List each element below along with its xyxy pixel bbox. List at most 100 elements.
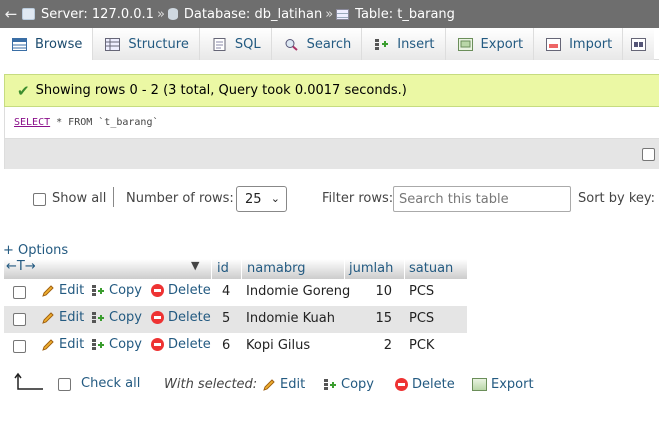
edit-row-button[interactable]: Edit — [41, 310, 84, 325]
copy-icon — [92, 284, 104, 296]
delete-icon — [151, 311, 164, 324]
bulk-export-button[interactable]: Export — [472, 377, 534, 392]
export-icon — [472, 378, 487, 391]
tab-label: Export — [480, 36, 524, 52]
column-header-namabrg[interactable]: namabrg — [247, 261, 305, 276]
search-icon — [285, 38, 298, 51]
filter-label: Filter rows: — [322, 191, 394, 206]
success-message-text: Showing rows 0 - 2 (3 total, Query took … — [35, 83, 407, 98]
copy-row-button[interactable]: Copy — [91, 310, 142, 325]
cell-satuan: PCK — [409, 338, 435, 353]
column-header-jumlah[interactable]: jumlah — [349, 261, 393, 276]
server-icon — [22, 8, 35, 20]
browse-icon — [12, 37, 27, 51]
row-checkbox[interactable] — [13, 286, 26, 299]
breadcrumb-separator: » — [325, 6, 334, 22]
checkmark-icon: ✔ — [17, 81, 30, 100]
filter-rows-input[interactable]: Search this table — [393, 186, 571, 212]
sql-profiling-checkbox[interactable] — [642, 148, 655, 161]
sql-query-rest: * FROM `t_barang` — [50, 117, 159, 128]
delete-label: Delete — [168, 310, 211, 325]
check-all-label[interactable]: Check all — [81, 376, 140, 391]
table-row: Edit Copy Delete 6 Kopi Gilus 2 PCK — [4, 333, 467, 360]
tab-sql[interactable]: SQL — [199, 28, 272, 60]
pencil-icon — [42, 311, 54, 324]
cell-namabrg: Indomie Goreng — [246, 284, 351, 299]
copy-icon — [324, 378, 336, 390]
more-tabs-icon — [631, 37, 647, 51]
sql-keyword-select[interactable]: SELECT — [14, 117, 50, 128]
database-icon — [167, 8, 178, 20]
tab-export[interactable]: Export — [445, 28, 535, 60]
row-checkbox[interactable] — [13, 340, 26, 353]
edit-label: Edit — [59, 310, 85, 325]
cell-namabrg: Kopi Gilus — [246, 338, 311, 353]
tab-structure[interactable]: Structure — [93, 28, 200, 60]
tab-label: Structure — [128, 36, 189, 52]
breadcrumb-server[interactable]: Server: 127.0.0.1 — [22, 7, 154, 22]
edit-row-button[interactable]: Edit — [41, 337, 84, 352]
breadcrumb-database[interactable]: Database: db_latihan — [167, 7, 322, 22]
tab-import[interactable]: Import — [534, 28, 624, 60]
show-all-checkbox[interactable] — [33, 193, 46, 206]
delete-row-button[interactable]: Delete — [151, 310, 211, 325]
header-divider — [211, 259, 212, 279]
rows-per-page-value: 25 — [245, 191, 262, 207]
tab-insert[interactable]: Insert — [362, 28, 446, 60]
row-checkbox[interactable] — [13, 313, 26, 326]
breadcrumb-table[interactable]: Table: t_barang — [336, 7, 455, 22]
column-menu-icon[interactable]: ▼ — [191, 259, 199, 272]
bulk-delete-button[interactable]: Delete — [395, 377, 455, 392]
bulk-actions-bar: Check all With selected: Edit Copy Delet… — [0, 372, 659, 400]
tab-more[interactable] — [623, 28, 655, 60]
breadcrumb-table-label[interactable]: Table: t_barang — [355, 7, 455, 22]
cell-jumlah: 15 — [375, 311, 392, 326]
chevron-down-icon: ⌄ — [270, 192, 280, 205]
import-icon — [546, 37, 562, 51]
copy-row-button[interactable]: Copy — [91, 283, 142, 298]
cell-namabrg: Indomie Kuah — [246, 311, 336, 326]
breadcrumb-server-label[interactable]: Server: 127.0.0.1 — [41, 7, 154, 22]
back-arrow-icon[interactable]: ← — [0, 5, 22, 23]
edit-label: Edit — [59, 337, 85, 352]
table-icon — [336, 8, 350, 20]
cell-id: 4 — [222, 284, 231, 299]
delete-row-button[interactable]: Delete — [151, 283, 211, 298]
bulk-delete-label: Delete — [412, 377, 455, 392]
bulk-copy-button[interactable]: Copy — [323, 377, 374, 392]
breadcrumb-database-label[interactable]: Database: db_latihan — [184, 7, 322, 22]
column-header-id[interactable]: id — [217, 261, 229, 276]
copy-row-button[interactable]: Copy — [91, 337, 142, 352]
cell-satuan: PCS — [409, 284, 435, 299]
edit-row-button[interactable]: Edit — [41, 283, 84, 298]
delete-label: Delete — [168, 283, 211, 298]
table-header: ←T→ ▼ id namabrg jumlah satuan — [4, 259, 467, 279]
tab-browse[interactable]: Browse — [0, 28, 94, 60]
pencil-icon — [42, 338, 54, 351]
show-all-label[interactable]: Show all — [52, 191, 106, 206]
options-link[interactable]: + Options — [3, 243, 68, 258]
divider — [113, 187, 114, 207]
tab-label: Search — [306, 36, 352, 52]
check-all-checkbox[interactable] — [58, 378, 71, 391]
table-row: Edit Copy Delete 5 Indomie Kuah 15 PCS — [4, 306, 467, 333]
tab-label: Import — [569, 36, 613, 52]
bulk-edit-button[interactable]: Edit — [262, 377, 305, 392]
column-resize-arrows-icon[interactable]: ←T→ — [6, 259, 36, 274]
header-divider — [344, 259, 345, 279]
sql-icon — [213, 37, 226, 51]
copy-icon — [92, 311, 104, 323]
results-table: ←T→ ▼ id namabrg jumlah satuan Edit Copy… — [4, 259, 467, 360]
cell-jumlah: 10 — [375, 284, 392, 299]
sql-query-box: SELECT * FROM `t_barang` — [4, 107, 659, 169]
breadcrumb-bar: ← Server: 127.0.0.1 » Database: db_latih… — [0, 0, 659, 28]
delete-row-button[interactable]: Delete — [151, 337, 211, 352]
column-header-satuan[interactable]: satuan — [409, 261, 453, 276]
delete-icon — [151, 338, 164, 351]
copy-label: Copy — [109, 337, 142, 352]
delete-icon — [395, 378, 408, 391]
edit-label: Edit — [59, 283, 85, 298]
tab-search[interactable]: Search — [271, 28, 363, 60]
rows-per-page-select[interactable]: 25 ⌄ — [236, 186, 287, 212]
tab-label: Browse — [35, 36, 83, 52]
